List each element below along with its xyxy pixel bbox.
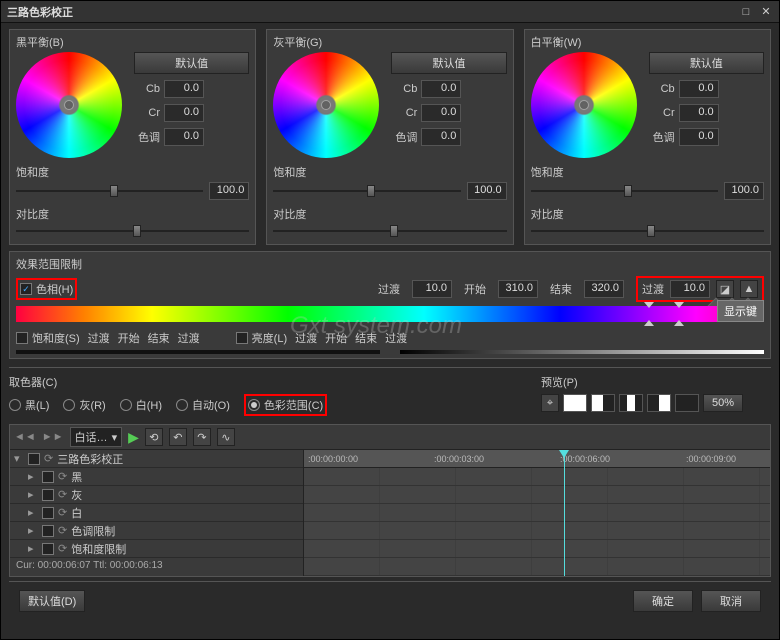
playhead[interactable]: [564, 450, 565, 576]
show-key-tooltip: 显示键: [717, 300, 764, 322]
hue-gradient[interactable]: [16, 306, 764, 322]
white-color-wheel[interactable]: [531, 52, 637, 158]
play-icon[interactable]: ▶: [128, 429, 139, 446]
next-icon[interactable]: ►►: [42, 431, 64, 443]
bright-checkbox[interactable]: 亮度(L): [236, 330, 287, 346]
white-hue-input[interactable]: 0.0: [679, 128, 719, 146]
radio-gray[interactable]: 灰(R): [63, 397, 105, 413]
eyedropper-icon[interactable]: ⌖: [541, 394, 559, 412]
radio-auto[interactable]: 自动(O): [176, 397, 230, 413]
radio-white[interactable]: 白(H): [120, 397, 162, 413]
white-balance-label: 白平衡(W): [531, 34, 764, 50]
radio-range[interactable]: 色彩范围(C): [248, 397, 323, 413]
maximize-icon[interactable]: □: [739, 5, 753, 19]
limit-title: 效果范围限制: [16, 256, 764, 272]
prev-icon[interactable]: ◄◄: [14, 431, 36, 443]
titlebar: 三路色彩校正 □ ✕: [1, 1, 779, 23]
gray-sat-slider[interactable]: [273, 184, 460, 198]
hue-end-input[interactable]: 320.0: [584, 280, 624, 298]
hue-checkbox[interactable]: ✓色相(H): [20, 281, 73, 297]
white-balance-panel: 白平衡(W) 默认值 Cb0.0 Cr0.0 色调0.0 饱和度 100.0 对…: [524, 29, 771, 245]
fwd-icon[interactable]: ↷: [193, 428, 211, 446]
close-icon[interactable]: ✕: [759, 5, 773, 19]
hue-trans2-input[interactable]: 10.0: [670, 280, 710, 298]
window-title: 三路色彩校正: [7, 4, 73, 20]
tl-item[interactable]: ▸⟳色调限制: [10, 522, 303, 540]
preview-layout-5[interactable]: [675, 394, 699, 412]
black-cb-input[interactable]: 0.0: [164, 80, 204, 98]
timeline-ruler[interactable]: :00:00:00:00 :00:00:03:00 :00:00:06:00 :…: [304, 450, 770, 468]
preview-percent[interactable]: 50%: [703, 394, 743, 412]
loop-icon[interactable]: ⟲: [145, 428, 163, 446]
black-cr-input[interactable]: 0.0: [164, 104, 204, 122]
key-icon[interactable]: ◪: [716, 280, 734, 298]
gray-hue-input[interactable]: 0.0: [421, 128, 461, 146]
cancel-button[interactable]: 取消: [701, 590, 761, 612]
sat-checkbox[interactable]: 饱和度(S): [16, 330, 80, 346]
preview-layout-4[interactable]: [647, 394, 671, 412]
white-contrast-slider[interactable]: [531, 224, 764, 238]
tl-root[interactable]: ▾⟳三路色彩校正: [10, 450, 303, 468]
gray-cr-input[interactable]: 0.0: [421, 104, 461, 122]
gray-cb-input[interactable]: 0.0: [421, 80, 461, 98]
bright-bar[interactable]: [400, 350, 764, 354]
picker-title: 取色器(C): [9, 374, 521, 390]
gray-contrast-slider[interactable]: [273, 224, 506, 238]
black-balance-label: 黑平衡(B): [16, 34, 249, 50]
tl-item[interactable]: ▸⟳白: [10, 504, 303, 522]
preview-layout-1[interactable]: [563, 394, 587, 412]
black-sat-slider[interactable]: [16, 184, 203, 198]
preview-title: 预览(P): [541, 374, 771, 390]
gray-balance-panel: 灰平衡(G) 默认值 Cb0.0 Cr0.0 色调0.0 饱和度 100.0 对…: [266, 29, 513, 245]
white-cr-input[interactable]: 0.0: [679, 104, 719, 122]
tl-item[interactable]: ▸⟳黑: [10, 468, 303, 486]
gray-default-button[interactable]: 默认值: [391, 52, 506, 74]
black-default-button[interactable]: 默认值: [134, 52, 249, 74]
preview-layout-2[interactable]: [591, 394, 615, 412]
back-icon[interactable]: ↶: [169, 428, 187, 446]
tl-item[interactable]: ▸⟳灰: [10, 486, 303, 504]
white-default-button[interactable]: 默认值: [649, 52, 764, 74]
hue-trans1-input[interactable]: 10.0: [412, 280, 452, 298]
tl-item[interactable]: ▸⟳饱和度限制: [10, 540, 303, 558]
histogram-icon[interactable]: ▲: [740, 280, 758, 298]
default-button[interactable]: 默认值(D): [19, 590, 85, 612]
black-contrast-slider[interactable]: [16, 224, 249, 238]
ok-button[interactable]: 确定: [633, 590, 693, 612]
preview-layout-3[interactable]: [619, 394, 643, 412]
white-sat-slider[interactable]: [531, 184, 718, 198]
hue-start-input[interactable]: 310.0: [498, 280, 538, 298]
gray-color-wheel[interactable]: [273, 52, 379, 158]
sat-bar[interactable]: [16, 350, 380, 354]
timeline-dropdown[interactable]: 白话…▾: [70, 427, 123, 447]
wave-icon[interactable]: ∿: [217, 428, 235, 446]
white-cb-input[interactable]: 0.0: [679, 80, 719, 98]
black-balance-panel: 黑平衡(B) 默认值 Cb0.0 Cr0.0 色调0.0 饱和度 100.0 对…: [9, 29, 256, 245]
black-hue-input[interactable]: 0.0: [164, 128, 204, 146]
timeline-status: Cur: 00:00:06:07 Ttl: 00:00:06:13: [10, 558, 303, 573]
limit-section: 效果范围限制 ✓色相(H) 过渡10.0 开始310.0 结束320.0 过渡1…: [9, 251, 771, 359]
timeline: ◄◄ ►► 白话…▾ ▶ ⟲ ↶ ↷ ∿ ▾⟳三路色彩校正 ▸⟳黑 ▸⟳灰 ▸⟳…: [9, 424, 771, 577]
gray-balance-label: 灰平衡(G): [273, 34, 506, 50]
black-color-wheel[interactable]: [16, 52, 122, 158]
radio-black[interactable]: 黑(L): [9, 397, 49, 413]
